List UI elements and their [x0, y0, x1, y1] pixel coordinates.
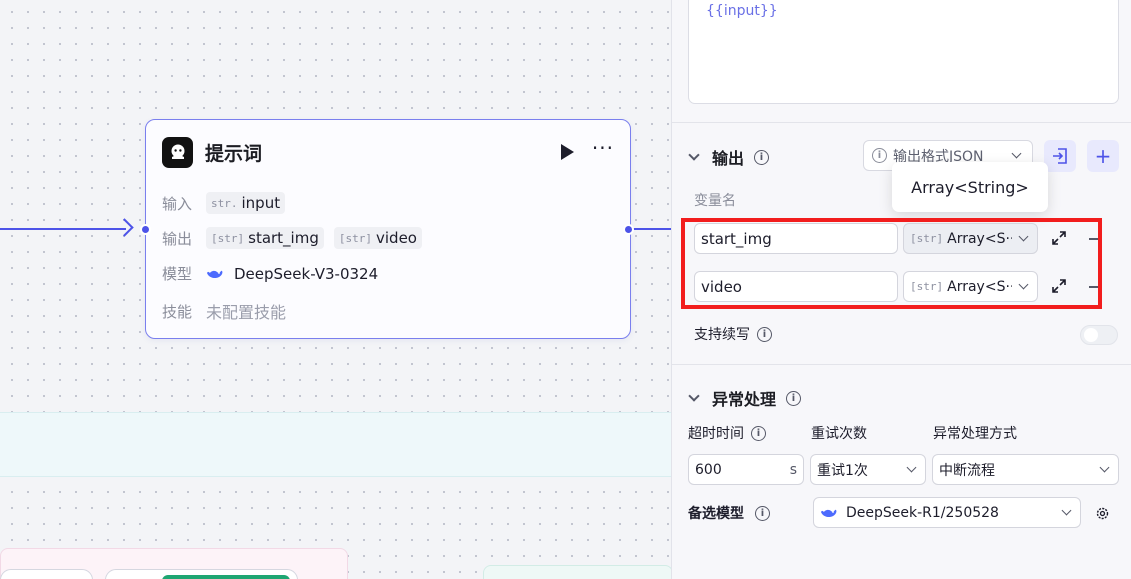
output-type-select[interactable]: [str] Array<S··· — [903, 223, 1038, 254]
more-options-icon[interactable]: ··· — [592, 138, 614, 161]
info-icon: i — [872, 148, 887, 163]
import-icon — [1053, 148, 1067, 164]
timeout-input[interactable]: 600 s — [688, 454, 804, 485]
expand-icon[interactable] — [1050, 277, 1068, 295]
variable-name-column-label: 变量名 — [694, 193, 736, 209]
info-icon[interactable]: i — [755, 505, 770, 521]
section-divider — [672, 122, 1131, 123]
backup-model-select[interactable]: DeepSeek-R1/250528 — [813, 497, 1081, 528]
workflow-canvas[interactable]: 提示词 ··· 输入 str. input 输出 [str] start_img… — [0, 0, 671, 579]
str-type-icon: [str] — [211, 231, 245, 245]
retry-select[interactable]: 重试1次 — [810, 454, 926, 485]
chevron-down-icon[interactable] — [688, 149, 700, 161]
node-header: 提示词 ··· — [162, 136, 614, 168]
info-icon[interactable]: i — [751, 425, 766, 441]
exception-mode-select[interactable]: 中断流程 — [932, 454, 1119, 485]
prompt-textarea[interactable]: {{input}} — [688, 0, 1119, 104]
adjacent-node-tag — [162, 575, 290, 579]
str-type-icon: [str] — [910, 280, 944, 293]
str-type-icon: str. — [211, 196, 238, 210]
chevron-down-icon — [1061, 505, 1072, 516]
output-section-header[interactable]: 输出 i — [688, 145, 770, 169]
prompt-bot-icon — [162, 136, 193, 168]
output-type-select[interactable]: [str] Array<S··· — [903, 271, 1038, 302]
streaming-toggle[interactable] — [1080, 325, 1118, 345]
exception-section-header[interactable]: 异常处理 i — [688, 386, 802, 410]
chevron-down-icon — [906, 462, 917, 473]
gear-icon[interactable] — [1094, 505, 1111, 522]
add-output-button[interactable]: + — [1087, 140, 1119, 172]
info-icon[interactable]: i — [786, 390, 802, 406]
exception-mode-label: 异常处理方式 — [933, 426, 1017, 442]
node-model-row: 模型 DeepSeek-V3-0324 — [162, 264, 379, 284]
chevron-down-icon — [1018, 231, 1029, 242]
chevron-down-icon — [1018, 279, 1029, 290]
deepseek-whale-icon — [821, 509, 837, 517]
str-type-icon: [str] — [910, 232, 944, 245]
input-var-tag: str. input — [206, 192, 286, 214]
output-var-name-input[interactable]: start_img — [694, 223, 898, 254]
info-icon[interactable]: i — [757, 326, 772, 342]
prompt-node[interactable]: 提示词 ··· 输入 str. input 输出 [str] start_img… — [145, 119, 631, 339]
input-port[interactable] — [140, 224, 151, 235]
expand-icon[interactable] — [1050, 229, 1068, 247]
adjacent-node[interactable] — [483, 565, 671, 579]
adjacent-node-tag — [0, 569, 93, 579]
timeout-label: 超时时间 i — [688, 423, 766, 443]
output-var-tag: [str] start_img — [206, 227, 324, 249]
output-var-tag: [str] video — [333, 227, 422, 249]
node-skill-row: 技能 未配置技能 — [162, 302, 287, 323]
retry-label: 重试次数 — [811, 426, 867, 442]
type-tooltip: Array<String> — [892, 162, 1048, 212]
info-icon[interactable]: i — [754, 149, 770, 165]
chevron-down-icon — [1099, 462, 1110, 473]
import-button[interactable] — [1044, 140, 1076, 172]
remove-output-icon[interactable] — [1089, 286, 1101, 288]
node-config-panel: {{input}} 输出 i i 输出格式JSON + 变量名 Array<St… — [671, 0, 1131, 579]
incoming-edge — [0, 228, 126, 230]
remove-output-icon[interactable] — [1089, 238, 1101, 240]
edge-arrow-icon — [115, 218, 134, 237]
plus-icon: + — [1094, 144, 1112, 168]
adjacent-node[interactable] — [0, 412, 671, 477]
run-node-icon[interactable] — [560, 144, 574, 160]
section-divider — [672, 364, 1131, 365]
output-var-name-input[interactable]: video — [694, 271, 898, 302]
chevron-down-icon[interactable] — [688, 390, 700, 402]
chevron-down-icon — [1011, 148, 1022, 159]
node-output-row: 输出 [str] start_img [str] video — [162, 227, 422, 249]
streaming-label: 支持续写 i — [694, 324, 772, 344]
deepseek-whale-icon — [207, 270, 223, 278]
node-title: 提示词 — [205, 142, 263, 165]
output-port[interactable] — [623, 224, 634, 235]
str-type-icon: [str] — [338, 231, 372, 245]
backup-model-label: 备选模型 i — [688, 503, 770, 523]
node-input-row: 输入 str. input — [162, 192, 286, 214]
outgoing-edge — [633, 228, 671, 230]
